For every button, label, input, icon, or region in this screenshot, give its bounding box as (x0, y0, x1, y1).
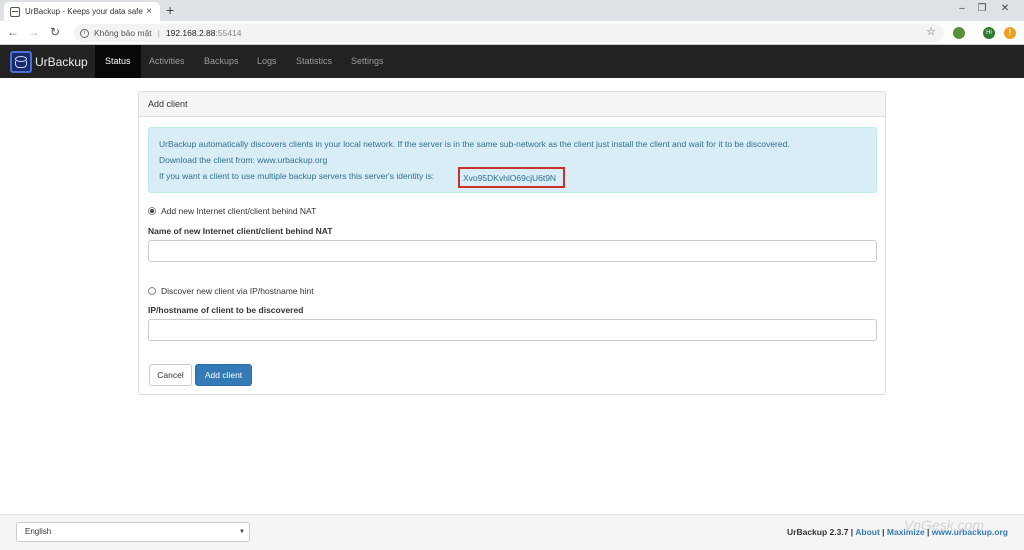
url-field[interactable]: i Không bảo mật | 192.168.2.88 :55414 ☆ (74, 24, 944, 42)
server-identity: Xvo95DKvhlO69cjU6t9N (463, 173, 557, 183)
url-host: 192.168.2.88 (165, 28, 216, 38)
internet-name-label: Name of new Internet client/client behin… (148, 226, 333, 236)
tab-close-icon[interactable]: × (144, 6, 154, 17)
tab-title: UrBackup - Keeps your data safe (25, 7, 143, 16)
info-discovery-text: UrBackup automatically discovers clients… (159, 139, 790, 149)
server-identity-highlight: Xvo95DKvhlO69cjU6t9N (458, 167, 565, 188)
profile-avatar-icon[interactable]: Hi (983, 27, 995, 39)
nav-logs[interactable]: Logs (247, 45, 287, 78)
about-link[interactable]: About (855, 527, 880, 537)
reload-icon[interactable]: ↻ (48, 25, 62, 39)
address-bar: ← → ↻ i Không bảo mật | 192.168.2.88 :55… (0, 21, 1024, 45)
nav-activities[interactable]: Activities (139, 45, 195, 78)
option-internet-label: Add new Internet client/client behind NA… (161, 206, 317, 216)
nav-backups[interactable]: Backups (194, 45, 249, 78)
option-discover-label: Discover new client via IP/hostname hint (161, 286, 314, 296)
database-logo-icon (10, 51, 32, 73)
restore-window-icon[interactable]: ❐ (975, 3, 989, 14)
brand-name: UrBackup (35, 55, 88, 69)
option-internet-client[interactable]: Add new Internet client/client behind NA… (148, 206, 316, 216)
footer: English ▼ VnGesk.com UrBackup 2.3.7 | Ab… (0, 514, 1024, 550)
chevron-down-icon: ▼ (239, 529, 245, 535)
browser-tab[interactable]: UrBackup - Keeps your data safe × (4, 2, 160, 21)
back-icon[interactable]: ← (6, 25, 20, 39)
new-tab-button[interactable]: + (166, 3, 174, 17)
cancel-button[interactable]: Cancel (149, 364, 192, 386)
radio-internet[interactable] (148, 207, 156, 215)
info-alert: UrBackup automatically discovers clients… (148, 127, 877, 193)
language-value: English (25, 527, 52, 536)
extension-icon[interactable] (953, 27, 965, 39)
info-download-line: Download the client from: www.urbackup.o… (159, 155, 327, 165)
forward-icon[interactable]: → (27, 25, 41, 39)
nav-settings[interactable]: Settings (341, 45, 394, 78)
discover-host-label: IP/hostname of client to be discovered (148, 305, 304, 315)
internet-client-name-input[interactable] (148, 240, 877, 262)
brand[interactable]: UrBackup (10, 51, 88, 73)
bookmark-star-icon[interactable]: ☆ (926, 25, 936, 38)
url-port: :55414 (215, 28, 242, 38)
nav-status[interactable]: Status (95, 45, 141, 78)
info-icon[interactable]: i (80, 28, 89, 38)
option-discover-client[interactable]: Discover new client via IP/hostname hint (148, 286, 314, 296)
panel-title: Add client (139, 92, 885, 117)
nav-statistics[interactable]: Statistics (286, 45, 342, 78)
update-alert-icon[interactable]: ! (1004, 27, 1016, 39)
download-link[interactable]: www.urbackup.org (257, 155, 327, 165)
footer-links: UrBackup 2.3.7 | About | Maximize | www.… (787, 527, 1008, 537)
language-select[interactable]: English ▼ (16, 522, 250, 542)
app-navbar: UrBackup Status Activities Backups Logs … (0, 45, 1024, 78)
website-link[interactable]: www.urbackup.org (932, 527, 1008, 537)
radio-discover[interactable] (148, 287, 156, 295)
add-client-panel: Add client UrBackup automatically discov… (138, 91, 886, 395)
discover-host-input[interactable] (148, 319, 877, 341)
info-download-text: Download the client from: (159, 155, 258, 165)
close-window-icon[interactable]: ✕ (998, 3, 1012, 14)
add-client-button[interactable]: Add client (195, 364, 252, 386)
page-favicon-icon (10, 6, 20, 17)
maximize-link[interactable]: Maximize (887, 527, 925, 537)
info-identity-text: If you want a client to use multiple bac… (159, 171, 435, 181)
minimize-window-icon[interactable]: – (955, 3, 969, 14)
browser-tab-strip: UrBackup - Keeps your data safe × + – ❐ … (0, 0, 1024, 21)
url-separator: | (157, 28, 160, 38)
insecure-label: Không bảo mật (94, 28, 152, 38)
version-text: UrBackup 2.3.7 (787, 527, 849, 537)
